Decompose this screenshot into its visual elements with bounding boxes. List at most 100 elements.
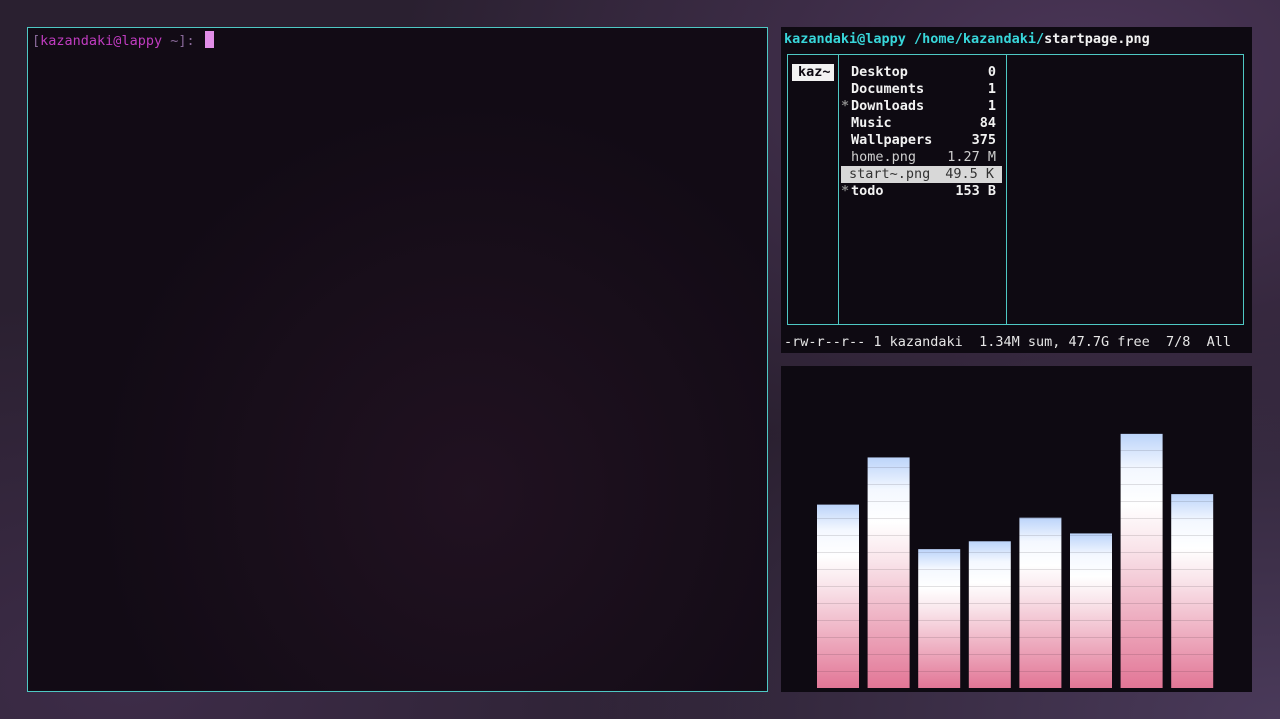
list-item[interactable]: Wallpapers 375 [841,132,1004,149]
visualizer-bar-band [817,518,859,519]
visualizer-bar-band [968,637,1011,638]
visualizer-bar-band [918,552,961,553]
file-status-bar: -rw-r--r-- 1 kazandaki 1.34M sum, 47.7G … [784,334,1232,350]
visualizer-bar-band [918,569,961,570]
visualizer-canvas [817,433,1214,688]
visualizer-bar [1019,517,1062,688]
file-list: Desktop 0 Documents 1 * Downloads 1 Musi… [841,64,1004,200]
prompt-host: lappy [121,33,163,49]
entry-name: todo [851,183,884,199]
entry-size: 375 [971,132,996,148]
visualizer-bar-band [1019,603,1062,604]
entry-size: 1 [987,81,996,97]
terminal-window[interactable]: [kazandaki@lappy ~]: [27,27,768,692]
visualizer-bar-band [1070,620,1112,621]
parent-directory-item[interactable]: kaz~ [792,64,834,81]
prompt-open-bracket: [ [32,33,41,49]
visualizer-bar-band [1120,552,1163,553]
visualizer-bar-band [1120,535,1163,536]
visualizer-bar-band [1171,586,1214,587]
visualizer-bar-band [1070,671,1112,672]
visualizer-bar-band [968,569,1011,570]
tag-mark: * [841,183,850,199]
visualizer-bar-band [1171,569,1214,570]
visualizer-bar [1120,433,1163,688]
visualizer-bar-band [1120,654,1163,655]
visualizer-bar [1070,533,1112,688]
visualizer-bar-band [1070,603,1112,604]
visualizer-bar-band [1171,501,1214,502]
visualizer-bar-band [918,654,961,655]
visualizer-bar-band [1171,637,1214,638]
entry-name: start~.png [849,166,931,182]
visualizer-bar-band [817,654,859,655]
entry-size: 1 [987,98,996,114]
visualizer-bar-band [1070,552,1112,553]
visualizer-bar-band [1019,535,1062,536]
list-item[interactable]: Desktop 0 [841,64,1004,81]
visualizer-bar-band [1171,654,1214,655]
visualizer-bar [1171,494,1214,688]
entry-size: 1.27 M [947,149,996,165]
entry-name: Wallpapers [851,132,933,148]
visualizer-bar-band [1120,620,1163,621]
visualizer-bar [867,457,910,688]
visualizer-bar-band [867,501,910,502]
prompt-user: kazandaki [40,33,114,49]
list-item[interactable]: Documents 1 [841,81,1004,98]
prompt-cwd: ~ [162,33,179,49]
visualizer-bar-band [968,586,1011,587]
entry-size: 153 B [955,183,996,199]
text-cursor[interactable] [204,31,214,48]
entry-name: Music [851,115,892,131]
visualizer-bar-band [817,637,859,638]
entry-size: 0 [987,64,996,80]
visualizer-bar-band [1120,671,1163,672]
visualizer-bar-band [1171,671,1214,672]
entry-size: 84 [979,115,996,131]
file-columns-frame: kaz~ Desktop 0 Documents 1 * Downloads 1… [787,54,1244,325]
visualizer-bar-band [867,467,910,468]
visualizer-bar-band [1120,450,1163,451]
list-item[interactable]: Music 84 [841,115,1004,132]
visualizer-bar-band [867,654,910,655]
title-user-host: kazandaki@lappy [784,31,906,47]
visualizer-bar-band [1019,569,1062,570]
visualizer-bar-band [968,603,1011,604]
visualizer-bar-band [1019,671,1062,672]
visualizer-bar-band [817,552,859,553]
visualizer-bar-band [1120,569,1163,570]
visualizer-bar-band [1070,637,1112,638]
visualizer-bar-band [867,603,910,604]
file-manager-window[interactable]: kazandaki@lappy /home/kazandaki/startpag… [781,27,1252,353]
visualizer-bar-band [1171,535,1214,536]
audio-visualizer-window [781,366,1252,692]
entry-name: Downloads [851,98,925,114]
visualizer-bar-band [968,671,1011,672]
visualizer-bar-band [918,620,961,621]
visualizer-bar-band [918,637,961,638]
visualizer-bar-band [1171,620,1214,621]
visualizer-bar-band [867,552,910,553]
visualizer-bar-band [817,569,859,570]
list-item[interactable]: * todo 153 B [841,183,1004,200]
column-divider [1006,55,1007,324]
list-item[interactable]: home.png 1.27 M [841,149,1004,166]
list-item-selected[interactable]: start~.png 49.5 K [841,166,1002,183]
visualizer-bar-band [968,552,1011,553]
visualizer-bar-band [1019,552,1062,553]
visualizer-bar-band [867,518,910,519]
visualizer-bar-band [867,637,910,638]
visualizer-bar-band [968,654,1011,655]
visualizer-bar-band [817,671,859,672]
visualizer-bar-band [1070,586,1112,587]
list-item[interactable]: * Downloads 1 [841,98,1004,115]
visualizer-bar-band [1120,501,1163,502]
file-manager-title: kazandaki@lappy /home/kazandaki/startpag… [784,30,1150,48]
entry-name: Desktop [851,64,908,80]
visualizer-bar-band [1120,603,1163,604]
title-file: startpage.png [1044,31,1150,47]
visualizer-bar-band [918,671,961,672]
visualizer-bar-band [918,586,961,587]
prompt-end: : [186,33,203,49]
